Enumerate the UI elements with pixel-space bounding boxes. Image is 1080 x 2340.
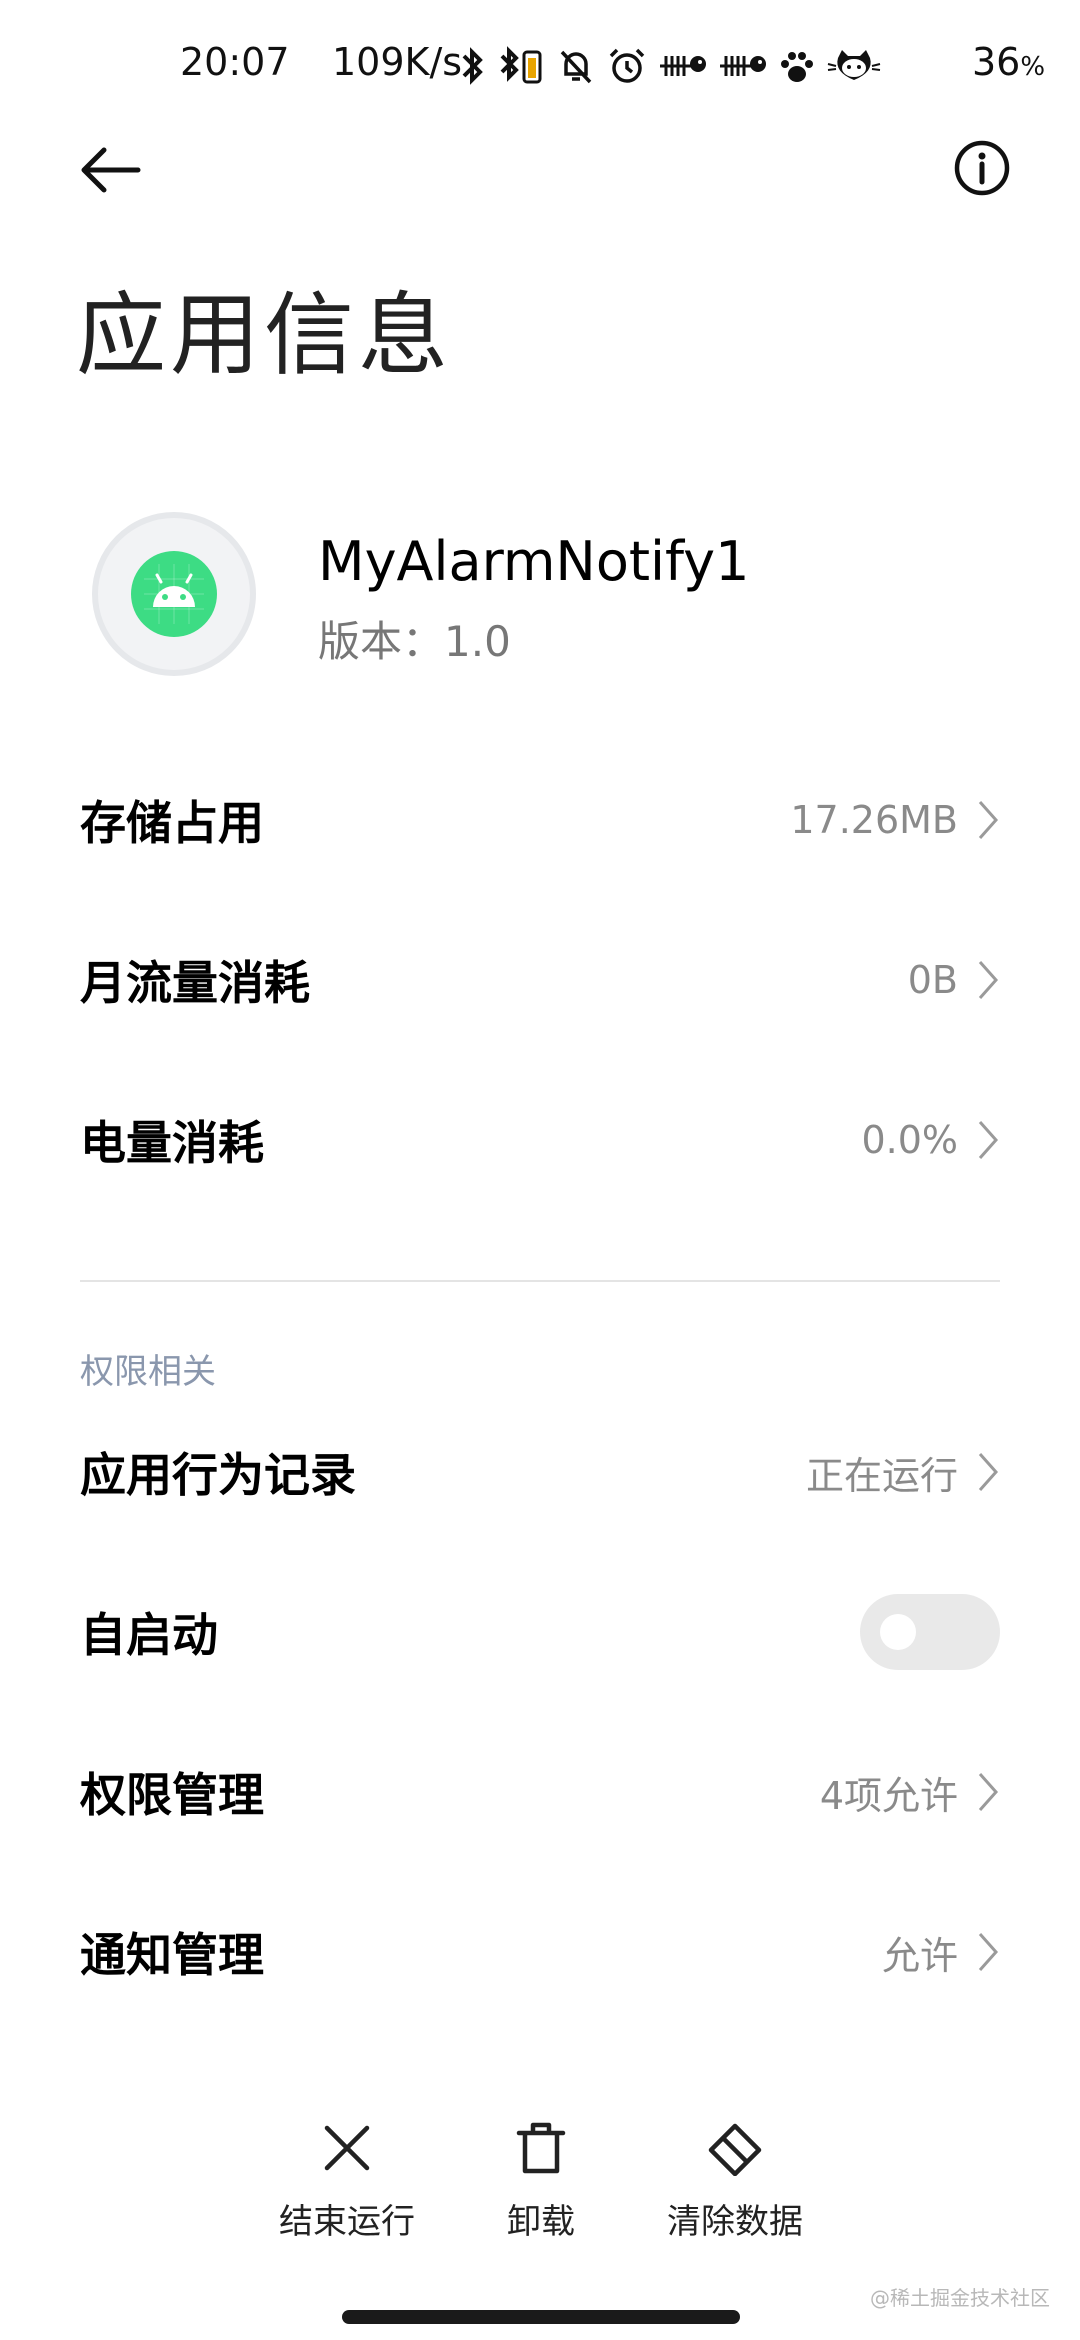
chevron-right-icon [978, 1453, 999, 1491]
paw-icon [778, 46, 816, 86]
row-notification-manage-label: 通知管理 [80, 1928, 264, 1982]
page-title: 应用信息 [76, 283, 452, 388]
row-data-usage[interactable]: 月流量消耗 0B [80, 920, 1000, 1040]
trash-icon [516, 2122, 566, 2174]
info-icon [954, 140, 1010, 196]
row-notification-manage[interactable]: 通知管理 允许 [80, 1892, 1000, 2012]
status-bar: 20:07 109K/s 36% [0, 36, 1080, 96]
fishbone-icon [658, 46, 708, 86]
toggle-knob [880, 1614, 916, 1650]
row-storage-value: 17.26MB [790, 798, 958, 842]
bluetooth-icon [458, 46, 488, 86]
autostart-toggle[interactable] [860, 1594, 1000, 1670]
row-permission-manage[interactable]: 权限管理 4项允许 [80, 1732, 1000, 1852]
battery-indicator: 36% [972, 40, 1045, 84]
battery-percent: 36 [972, 40, 1021, 84]
row-autostart-label: 自启动 [80, 1608, 218, 1662]
clear-data-button-label: 清除数据 [667, 2202, 803, 2242]
row-storage-label: 存储占用 [80, 796, 264, 850]
row-data-usage-label: 月流量消耗 [80, 956, 310, 1010]
status-time: 20:07 [180, 40, 290, 84]
divider [80, 1280, 1000, 1282]
cat-icon [826, 46, 882, 86]
row-autostart: 自启动 [80, 1572, 1000, 1692]
home-indicator[interactable] [342, 2310, 740, 2324]
row-app-behavior-label: 应用行为记录 [80, 1448, 356, 1502]
app-name: MyAlarmNotify1 [318, 530, 750, 593]
chevron-right-icon [978, 1121, 999, 1159]
bluetooth-battery-icon [498, 46, 546, 86]
row-app-behavior[interactable]: 应用行为记录 正在运行 [80, 1412, 1000, 1532]
chevron-right-icon [978, 961, 999, 999]
app-version: 版本：1.0 [318, 608, 511, 669]
app-version-value: 1.0 [444, 617, 511, 666]
android-icon [131, 551, 217, 637]
uninstall-button[interactable]: 卸载 [441, 2120, 641, 2250]
status-net-speed: 109K/s [332, 40, 463, 84]
clear-data-button[interactable]: 清除数据 [635, 2120, 835, 2250]
row-battery-usage-label: 电量消耗 [80, 1116, 264, 1170]
arrow-left-icon [81, 147, 141, 193]
uninstall-button-label: 卸载 [507, 2202, 575, 2242]
app-icon [92, 512, 256, 676]
back-button[interactable] [70, 130, 150, 210]
row-battery-usage[interactable]: 电量消耗 0.0% [80, 1080, 1000, 1200]
close-icon [324, 2125, 370, 2171]
fishbone-icon [718, 46, 768, 86]
row-app-behavior-value: 正在运行 [805, 1453, 958, 1498]
mute-bell-icon [556, 46, 596, 86]
watermark: @稀土掘金技术社区 [870, 2286, 1050, 2310]
section-header-permissions: 权限相关 [80, 1352, 216, 1392]
row-permission-manage-label: 权限管理 [80, 1768, 264, 1822]
chevron-right-icon [978, 1933, 999, 1971]
stop-button-label: 结束运行 [279, 2202, 415, 2242]
stop-button[interactable]: 结束运行 [247, 2120, 447, 2250]
row-data-usage-value: 0B [907, 958, 958, 1002]
battery-unit: % [1020, 52, 1046, 82]
eraser-icon [708, 2123, 762, 2176]
app-info-page: 20:07 109K/s 36% 应用信息 MyAlarmNotify1 版本：… [0, 0, 1080, 2340]
row-storage[interactable]: 存储占用 17.26MB [80, 760, 1000, 880]
alarm-icon [606, 46, 648, 86]
info-button[interactable] [942, 128, 1022, 208]
row-battery-usage-value: 0.0% [861, 1118, 958, 1162]
chevron-right-icon [978, 801, 999, 839]
row-notification-manage-value: 允许 [881, 1933, 958, 1978]
row-permission-manage-value: 4项允许 [819, 1773, 958, 1818]
chevron-right-icon [978, 1773, 999, 1811]
status-icons [458, 38, 882, 94]
app-version-label: 版本： [318, 617, 445, 666]
